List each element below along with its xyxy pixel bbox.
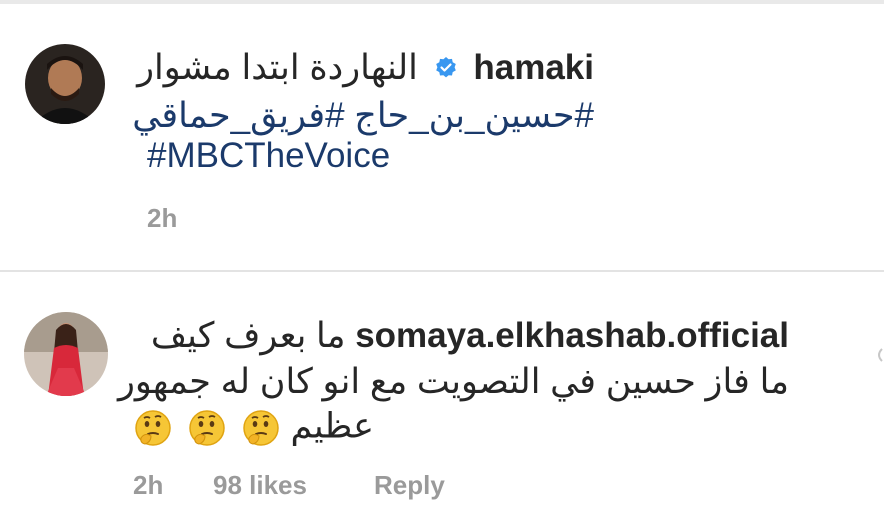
- section-divider: [0, 270, 884, 272]
- somaya-avatar[interactable]: [24, 312, 108, 396]
- verified-badge-icon: [435, 56, 456, 78]
- comment-line-2: ما فاز حسين في التصويت مع انو كان له جمه…: [117, 362, 789, 401]
- comment-text-3: عظيم: [290, 406, 374, 446]
- thinking-face-icon: [135, 410, 172, 446]
- thinking-face-icon: [189, 410, 225, 446]
- comment-timestamp: 2h: [133, 470, 164, 500]
- top-border: [0, 0, 884, 4]
- thinking-face-icon: [243, 410, 279, 446]
- comment-reply-button[interactable]: Reply: [374, 470, 445, 501]
- like-heart-icon[interactable]: [872, 346, 884, 364]
- comment-line-1: somaya.elkhashab.official ما بعرف كيف: [151, 318, 789, 353]
- post-hashtag-mbc[interactable]: #MBCTheVoice: [147, 138, 390, 173]
- comment-username[interactable]: somaya.elkhashab.official: [355, 316, 789, 355]
- post-caption-text: النهاردة ابتدا مشوار: [137, 48, 418, 87]
- post-username[interactable]: hamaki: [473, 48, 594, 87]
- hamaki-avatar[interactable]: [25, 44, 105, 124]
- comment-text-1: ما بعرف كيف: [150, 316, 346, 355]
- comment-line-3: عظيم: [129, 408, 374, 448]
- comment-likes-link[interactable]: 98 likes: [213, 470, 307, 501]
- post-timestamp: 2h: [147, 203, 178, 233]
- post-hashtags-arabic[interactable]: #حسين_بن_حاج #فريق_حماقي: [132, 98, 594, 133]
- post-caption-line: hamaki النهاردة ابتدا مشوار: [137, 50, 594, 85]
